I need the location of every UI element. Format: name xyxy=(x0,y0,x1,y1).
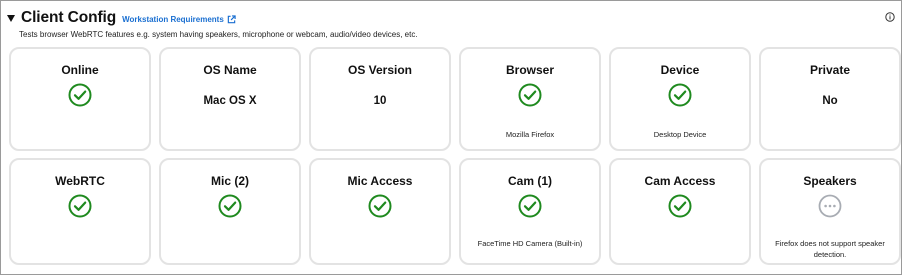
card-webrtc: WebRTC xyxy=(9,158,151,265)
card-label: Mic Access xyxy=(347,174,413,188)
card-value: No xyxy=(822,95,838,107)
panel-title: Client Config xyxy=(21,9,117,26)
check-icon xyxy=(668,83,692,107)
check-icon xyxy=(518,83,542,107)
card-label: OS Name xyxy=(203,63,257,77)
card-device: Device Desktop Device xyxy=(609,47,751,151)
check-icon xyxy=(68,83,92,107)
workstation-requirements-link[interactable]: Workstation Requirements xyxy=(122,15,236,24)
external-link-icon xyxy=(227,15,236,24)
check-icon xyxy=(668,194,692,218)
card-private: Private No xyxy=(759,47,901,151)
card-cam-access: Cam Access xyxy=(609,158,751,265)
card-os-version: OS Version 10 xyxy=(309,47,451,151)
card-label: Online xyxy=(61,63,99,77)
card-label: Cam Access xyxy=(644,174,716,188)
card-value: 10 xyxy=(373,95,387,107)
card-mic: Mic (2) xyxy=(159,158,301,265)
panel-description: Tests browser WebRTC features e.g. syste… xyxy=(19,30,418,39)
check-icon xyxy=(218,194,242,218)
card-value: Mac OS X xyxy=(203,95,257,107)
card-label: Browser xyxy=(505,63,555,77)
status-card-grid: Online OS Name Mac OS X OS Version 10 Br… xyxy=(9,47,901,265)
card-cam: Cam (1) FaceTime HD Camera (Built-in) xyxy=(459,158,601,265)
card-online: Online xyxy=(9,47,151,151)
collapse-caret-icon[interactable] xyxy=(7,15,15,22)
info-icon[interactable] xyxy=(885,12,895,22)
workstation-requirements-label: Workstation Requirements xyxy=(122,15,224,24)
card-detail: Firefox does not support speaker detecti… xyxy=(775,239,885,259)
check-icon xyxy=(68,194,92,218)
card-detail: FaceTime HD Camera (Built-in) xyxy=(477,239,583,248)
ellipsis-icon xyxy=(818,194,842,218)
card-label: WebRTC xyxy=(55,174,105,188)
card-label: OS Version xyxy=(347,63,413,77)
panel-header: Client Config Workstation Requirements xyxy=(7,9,236,27)
card-speakers: Speakers Firefox does not support speake… xyxy=(759,158,901,265)
card-mic-access: Mic Access xyxy=(309,158,451,265)
check-icon xyxy=(518,194,542,218)
card-detail: Mozilla Firefox xyxy=(505,130,555,139)
card-label: Private xyxy=(809,63,851,77)
card-label: Device xyxy=(660,63,700,77)
card-browser: Browser Mozilla Firefox xyxy=(459,47,601,151)
client-config-panel: Client Config Workstation Requirements T… xyxy=(0,0,902,275)
card-label: Speakers xyxy=(803,174,857,188)
card-label: Mic (2) xyxy=(210,174,249,188)
check-icon xyxy=(368,194,392,218)
card-label: Cam (1) xyxy=(507,174,552,188)
card-detail: Desktop Device xyxy=(653,130,707,139)
card-os-name: OS Name Mac OS X xyxy=(159,47,301,151)
